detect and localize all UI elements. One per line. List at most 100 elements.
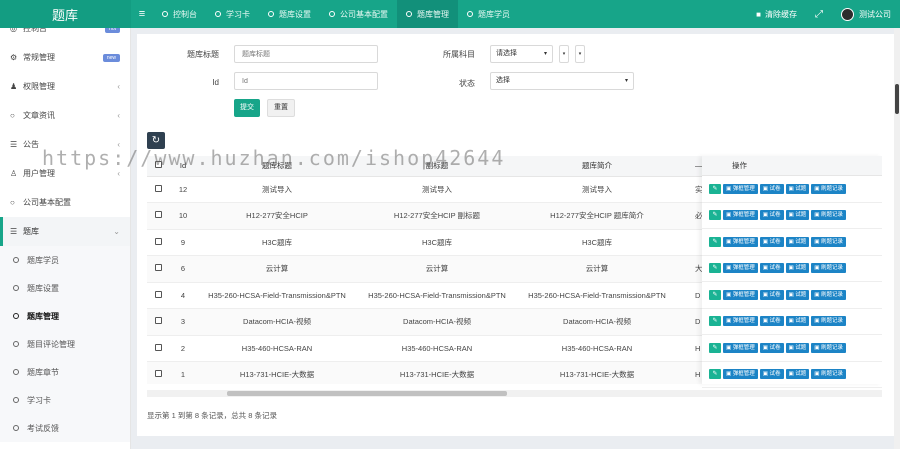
edit-icon[interactable]: ✎ bbox=[709, 342, 721, 353]
op-button-0[interactable]: ▣ 弹框管理 bbox=[723, 210, 758, 221]
top-tab-0[interactable]: 控制台 bbox=[153, 0, 206, 28]
op-button-0[interactable]: ▣ 弹框管理 bbox=[723, 342, 758, 353]
col-header-subtitle[interactable]: 副标题 bbox=[357, 156, 517, 177]
op-button-1[interactable]: ▣ 试卷 bbox=[759, 236, 784, 247]
op-button-3[interactable]: ▣ 刷题记录 bbox=[811, 183, 846, 194]
circle-icon bbox=[13, 257, 19, 263]
col-header-intro[interactable]: 题库简介 bbox=[517, 156, 677, 177]
op-button-3[interactable]: ▣ 刷题记录 bbox=[811, 369, 846, 380]
top-tab-3[interactable]: 公司基本配置 bbox=[320, 0, 397, 28]
op-button-2[interactable]: ▣ 试题 bbox=[785, 369, 810, 380]
op-button-2[interactable]: ▣ 试题 bbox=[785, 210, 810, 221]
sidebar-subitem-0[interactable]: 题库学员 bbox=[0, 246, 130, 274]
edit-icon[interactable]: ✎ bbox=[709, 369, 721, 380]
sidebar-item-6[interactable]: ○ 公司基本配置 bbox=[0, 188, 130, 217]
sidebar-item-5[interactable]: ♙ 用户管理 ‹ bbox=[0, 159, 130, 188]
sidebar-subitem-3[interactable]: 题目评论管理 bbox=[0, 330, 130, 358]
row-checkbox[interactable] bbox=[154, 370, 162, 378]
op-button-0[interactable]: ▣ 弹框管理 bbox=[723, 183, 758, 194]
edit-icon[interactable]: ✎ bbox=[709, 236, 721, 247]
scroll-thumb[interactable] bbox=[895, 84, 899, 114]
op-button-0[interactable]: ▣ 弹框管理 bbox=[723, 289, 758, 300]
top-tab-1[interactable]: 学习卡 bbox=[206, 0, 259, 28]
edit-icon[interactable]: ✎ bbox=[709, 183, 721, 194]
row-checkbox[interactable] bbox=[154, 317, 162, 325]
sidebar-subitem-5[interactable]: 学习卡 bbox=[0, 386, 130, 414]
select-all-header bbox=[147, 156, 169, 177]
scroll-thumb[interactable] bbox=[227, 391, 507, 396]
row-checkbox[interactable] bbox=[154, 184, 162, 192]
op-button-3[interactable]: ▣ 刷题记录 bbox=[811, 342, 846, 353]
sidebar-subitem-1[interactable]: 题库设置 bbox=[0, 274, 130, 302]
status-select[interactable]: 选择 ▾ bbox=[490, 72, 634, 90]
op-button-3[interactable]: ▣ 刷题记录 bbox=[811, 316, 846, 327]
edit-icon[interactable]: ✎ bbox=[709, 263, 721, 274]
user-menu[interactable]: 测试公司 bbox=[832, 7, 900, 21]
op-button-label: 弹框管理 bbox=[732, 318, 755, 325]
subject-subselect-1[interactable]: ▾ bbox=[559, 45, 569, 63]
top-tab-5[interactable]: 题库学员 bbox=[458, 0, 519, 28]
id-filter-input[interactable] bbox=[234, 72, 378, 90]
op-button-1[interactable]: ▣ 试卷 bbox=[759, 210, 784, 221]
op-button-1[interactable]: ▣ 试卷 bbox=[759, 263, 784, 274]
op-button-3[interactable]: ▣ 刷题记录 bbox=[811, 289, 846, 300]
op-button-3[interactable]: ▣ 刷题记录 bbox=[811, 210, 846, 221]
title-filter-input[interactable] bbox=[234, 45, 378, 63]
subject-subselect-2[interactable]: ▾ bbox=[575, 45, 585, 63]
row-checkbox[interactable] bbox=[154, 343, 162, 351]
top-tab-2[interactable]: 题库设置 bbox=[259, 0, 320, 28]
sidebar-item-0[interactable]: ◎ 控制台 hot bbox=[0, 28, 130, 43]
op-button-3[interactable]: ▣ 刷题记录 bbox=[811, 236, 846, 247]
submit-button[interactable]: 提交 bbox=[234, 99, 260, 117]
op-button-2[interactable]: ▣ 试题 bbox=[785, 183, 810, 194]
op-button-1[interactable]: ▣ 试卷 bbox=[759, 342, 784, 353]
op-button-1[interactable]: ▣ 试卷 bbox=[759, 316, 784, 327]
op-button-1[interactable]: ▣ 试卷 bbox=[759, 369, 784, 380]
sidebar-item-label: 权限管理 bbox=[23, 82, 55, 91]
sidebar-subitem-6[interactable]: 考试反馈 bbox=[0, 414, 130, 442]
top-tab-4[interactable]: 题库管理 bbox=[397, 0, 458, 28]
op-button-2[interactable]: ▣ 试题 bbox=[785, 263, 810, 274]
op-button-3[interactable]: ▣ 刷题记录 bbox=[811, 263, 846, 274]
ops-row: ✎ ▣ 弹框管理 ▣ 试卷 ▣ 试题 ▣ 刷题记录 bbox=[702, 176, 882, 203]
sidebar-item-3[interactable]: ○ 文章资讯 ‹ bbox=[0, 101, 130, 130]
op-button-0[interactable]: ▣ 弹框管理 bbox=[723, 236, 758, 247]
select-all-checkbox[interactable] bbox=[154, 161, 162, 169]
hamburger-icon[interactable]: ≡ bbox=[131, 8, 153, 20]
op-button-1[interactable]: ▣ 试卷 bbox=[759, 183, 784, 194]
clear-cache-button[interactable]: ■ 清除缓存 bbox=[747, 9, 806, 20]
sidebar-item-2[interactable]: ♟ 权限管理 ‹ bbox=[0, 72, 130, 101]
vertical-scrollbar[interactable] bbox=[894, 28, 900, 449]
sidebar-item-7[interactable]: ☰ 题库 ⌄ bbox=[0, 217, 130, 246]
expand-icon[interactable]: ⤢ bbox=[806, 9, 832, 20]
op-button-2[interactable]: ▣ 试题 bbox=[785, 289, 810, 300]
op-button-0[interactable]: ▣ 弹框管理 bbox=[723, 263, 758, 274]
horizontal-scrollbar[interactable] bbox=[147, 390, 882, 397]
chevron-icon: ‹ bbox=[117, 140, 120, 149]
edit-icon[interactable]: ✎ bbox=[709, 289, 721, 300]
sidebar-subitem-4[interactable]: 题库章节 bbox=[0, 358, 130, 386]
op-button-0[interactable]: ▣ 弹框管理 bbox=[723, 316, 758, 327]
op-button-label: 弹框管理 bbox=[732, 371, 755, 378]
row-checkbox[interactable] bbox=[154, 290, 162, 298]
row-checkbox[interactable] bbox=[154, 211, 162, 219]
reset-button[interactable]: 重置 bbox=[267, 99, 295, 117]
sidebar-item-4[interactable]: ☰ 公告 ‹ bbox=[0, 130, 130, 159]
sidebar-subitem-2[interactable]: 题库管理 bbox=[0, 302, 130, 330]
row-checkbox[interactable] bbox=[154, 264, 162, 272]
op-button-0[interactable]: ▣ 弹框管理 bbox=[723, 369, 758, 380]
op-button-2[interactable]: ▣ 试题 bbox=[785, 236, 810, 247]
edit-icon[interactable]: ✎ bbox=[709, 210, 721, 221]
op-button-1[interactable]: ▣ 试卷 bbox=[759, 289, 784, 300]
edit-icon[interactable]: ✎ bbox=[709, 316, 721, 327]
col-header-title[interactable]: 题库标题 bbox=[197, 156, 357, 177]
sidebar-item-1[interactable]: ⚙ 常规管理 new bbox=[0, 43, 130, 72]
col-header-id[interactable]: Id bbox=[169, 156, 197, 177]
op-button-2[interactable]: ▣ 试题 bbox=[785, 316, 810, 327]
brand-logo[interactable]: 题库 bbox=[0, 0, 131, 28]
refresh-button[interactable]: ↻ bbox=[147, 132, 165, 149]
op-button-2[interactable]: ▣ 试题 bbox=[785, 342, 810, 353]
row-checkbox[interactable] bbox=[154, 237, 162, 245]
lock-icon: ▣ bbox=[726, 212, 733, 219]
subject-select[interactable]: 请选择 ▾ bbox=[490, 45, 553, 63]
